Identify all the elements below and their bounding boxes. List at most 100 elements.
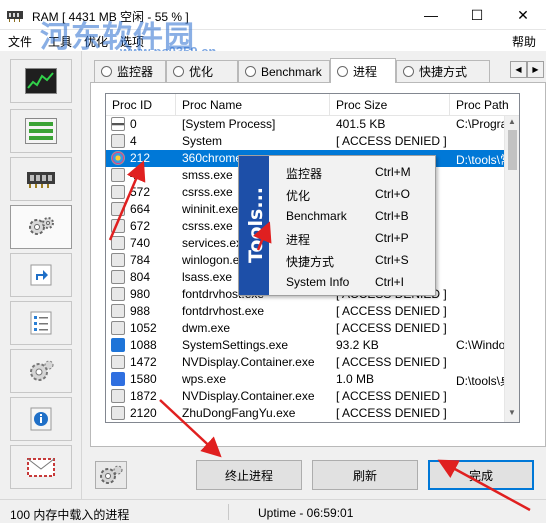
tab-radio-icon — [403, 66, 414, 77]
column-proc-size[interactable]: Proc Size — [330, 94, 450, 116]
cell-proc-name: fontdrvhost.exe — [182, 304, 265, 318]
tab-benchmark[interactable]: Benchmark — [238, 60, 330, 82]
process-gear-icon — [111, 185, 125, 199]
cell-proc-id: 988 — [130, 304, 151, 318]
cell-proc-path: D:\tools\桌 — [456, 374, 506, 388]
ctx-item-benchmark[interactable]: Benchmark Ctrl+B — [269, 204, 435, 226]
kill-process-button[interactable]: 终止进程 — [196, 460, 302, 490]
cell-proc-size: 93.2 KB — [336, 338, 379, 352]
done-button[interactable]: 完成 — [428, 460, 534, 490]
column-proc-path[interactable]: Proc Path — [450, 94, 519, 116]
tab-label: 监控器 — [117, 65, 154, 79]
sidebar-monitor-button[interactable] — [10, 59, 72, 103]
tools-context-menu: Tools... 监控器 Ctrl+M 优化 Ctrl+O Benchmark Ctrl+… — [238, 155, 436, 296]
cell-proc-id: 1472 — [130, 355, 157, 369]
tab-optimize[interactable]: 优化 — [166, 60, 238, 82]
tab-process[interactable]: 进程 — [330, 58, 396, 83]
cell-proc-name: NVDisplay.Container.exe — [182, 389, 315, 403]
cell-proc-id: 1872 — [130, 389, 157, 403]
status-separator — [228, 504, 229, 520]
scroll-up-icon[interactable]: ▲ — [508, 117, 516, 126]
process-settings-button[interactable] — [95, 461, 127, 489]
ctx-item-system-info[interactable]: System Info Ctrl+I — [269, 270, 435, 292]
tools-side-label: Tools... — [245, 186, 267, 264]
tab-radio-icon — [245, 66, 256, 77]
tab-label: Benchmark — [261, 64, 322, 79]
process-gear-icon — [111, 202, 125, 216]
table-row[interactable]: 1580 wps.exe 1.0 MB D:\tools\桌 — [106, 371, 506, 388]
sidebar-info-button[interactable] — [10, 397, 72, 441]
column-proc-name[interactable]: Proc Name — [176, 94, 330, 116]
table-row[interactable]: 2120 ZhuDongFangYu.exe [ ACCESS DENIED ] — [106, 405, 506, 422]
cell-proc-id: 1580 — [130, 372, 157, 386]
memory-chip-icon — [27, 172, 55, 188]
tab-label: 进程 — [353, 64, 378, 79]
ctx-item-optimize[interactable]: 优化 Ctrl+O — [269, 182, 435, 204]
sidebar-checklist-button[interactable] — [10, 301, 72, 345]
tab-radio-icon — [337, 65, 348, 77]
menu-file[interactable]: 文件 — [8, 33, 32, 50]
process-gear-icon — [111, 253, 125, 267]
list-vertical-scrollbar[interactable]: ▲ ▼ — [504, 116, 519, 422]
tab-shortcut[interactable]: 快捷方式 — [396, 60, 490, 82]
cell-proc-id: 0 — [130, 117, 137, 131]
ctx-item-monitor[interactable]: 监控器 Ctrl+M — [269, 160, 435, 182]
cell-proc-size: [ ACCESS DENIED ] — [336, 134, 447, 148]
sidebar-mail-button[interactable] — [10, 445, 72, 489]
status-process-count: 100 内存中载入的进程 — [10, 508, 130, 522]
process-wps-icon — [111, 372, 125, 386]
table-row[interactable]: 1472 NVDisplay.Container.exe [ ACCESS DENI… — [106, 354, 506, 371]
sidebar-shortcut-button[interactable] — [10, 253, 72, 297]
shortcut-arrow-icon — [30, 264, 52, 286]
cell-proc-size: [ ACCESS DENIED ] — [336, 321, 447, 335]
ctx-item-shortcut[interactable]: 快捷方式 Ctrl+S — [269, 248, 435, 270]
sidebar-benchmark-button[interactable] — [10, 157, 72, 201]
process-gear-icon — [111, 287, 125, 301]
scrollbar-thumb[interactable] — [508, 130, 517, 170]
close-button[interactable]: ✕ — [500, 0, 546, 30]
minimize-button[interactable]: — — [408, 0, 454, 30]
cell-proc-size: [ ACCESS DENIED ] — [336, 355, 447, 369]
cell-proc-id: 4 — [130, 134, 137, 148]
cell-proc-id: 212 — [130, 151, 151, 165]
ctx-item-shortcut: Ctrl+M — [375, 165, 411, 179]
scroll-down-icon[interactable]: ▼ — [508, 408, 516, 417]
maximize-button[interactable]: ☐ — [454, 0, 500, 30]
table-row[interactable]: 1872 NVDisplay.Container.exe [ ACCESS DENI… — [106, 388, 506, 405]
cell-proc-id: 572 — [130, 185, 151, 199]
menu-help[interactable]: 帮助 — [512, 33, 536, 50]
cell-proc-id: 664 — [130, 202, 151, 216]
sidebar-optimize-button[interactable] — [10, 109, 72, 153]
process-list-header: Proc ID Proc Name Proc Size Proc Path — [106, 94, 519, 116]
refresh-button[interactable]: 刷新 — [312, 460, 418, 490]
table-row[interactable]: 1088 SystemSettings.exe 93.2 KB C:\Window — [106, 337, 506, 354]
ctx-item-process[interactable]: 进程 Ctrl+P — [269, 226, 435, 248]
cell-proc-name: dwm.exe — [182, 321, 231, 335]
tab-scroll-right-icon[interactable]: ▶ — [527, 61, 544, 78]
cell-proc-size: [ ACCESS DENIED ] — [336, 304, 447, 318]
tab-scroll-left-icon[interactable]: ◀ — [510, 61, 527, 78]
process-gear-icon — [111, 355, 125, 369]
process-gear-icon — [111, 270, 125, 284]
sidebar-process-button[interactable] — [10, 205, 72, 249]
table-row[interactable]: 0 [System Process] 401.5 KB C:\Program — [106, 116, 506, 133]
cell-proc-size: [ ACCESS DENIED ] — [336, 406, 447, 420]
column-proc-id[interactable]: Proc ID — [106, 94, 176, 116]
ram-app-icon — [7, 11, 23, 22]
table-row[interactable]: 4 System [ ACCESS DENIED ] — [106, 133, 506, 150]
process-globe-icon — [111, 151, 125, 165]
process-gear-icon — [111, 304, 125, 318]
sidebar-settings-button[interactable] — [10, 349, 72, 393]
tab-label: 快捷方式 — [419, 65, 468, 79]
tab-monitor[interactable]: 监控器 — [94, 60, 166, 82]
table-row[interactable]: 988 fontdrvhost.exe [ ACCESS DENIED ] — [106, 303, 506, 320]
cell-proc-size: 1.0 MB — [336, 372, 375, 386]
table-row[interactable]: 1052 dwm.exe [ ACCESS DENIED ] — [106, 320, 506, 337]
tab-radio-icon — [101, 66, 112, 77]
cell-proc-size: [ ACCESS DENIED ] — [336, 389, 447, 403]
cell-proc-size: 401.5 KB — [336, 117, 386, 131]
cell-proc-id: 740 — [130, 236, 151, 250]
process-sys-icon — [111, 117, 125, 131]
ctx-item-shortcut: Ctrl+O — [375, 187, 411, 201]
ctx-item-label: 监控器 — [286, 167, 323, 181]
